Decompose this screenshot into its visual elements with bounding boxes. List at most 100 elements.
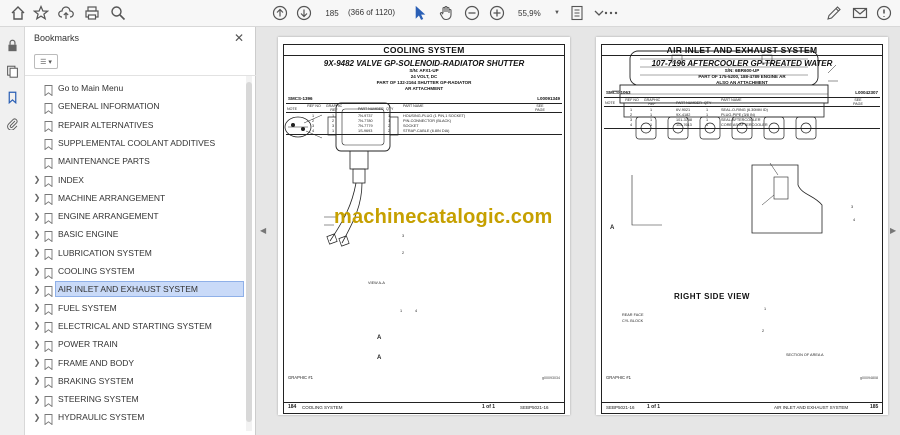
bookmark-item[interactable]: ❯ HYDRAULIC SYSTEM	[25, 408, 251, 426]
table-cell-graphic: 1	[332, 129, 335, 133]
bookmark-item[interactable]: ❯ BASIC ENGINE	[25, 225, 251, 243]
table-cell-ref: 4	[630, 123, 633, 127]
col-graphic: GRAPHIC REF	[325, 104, 343, 112]
expand-arrow-icon[interactable]: ❯	[33, 376, 41, 385]
search-icon[interactable]	[108, 3, 128, 23]
attachments-icon[interactable]	[4, 115, 21, 132]
callout-2: 2	[402, 251, 405, 255]
print-icon[interactable]	[82, 3, 102, 23]
col-see-page: SEE PAGE	[853, 98, 863, 106]
close-icon[interactable]: ✕	[234, 31, 244, 45]
bookmark-icon	[44, 357, 53, 371]
expand-arrow-icon[interactable]: ❯	[33, 413, 41, 422]
panel-title: Bookmarks	[34, 33, 80, 43]
expand-arrow-icon[interactable]: ❯	[33, 193, 41, 202]
expand-right-pane-arrow-icon[interactable]: ▶	[890, 226, 896, 235]
page-count-label: (366 of 1120)	[348, 8, 395, 17]
bookmark-item[interactable]: ❯ ELECTRICAL AND STARTING SYSTEM	[25, 317, 251, 335]
document-viewport[interactable]: ◀ ▶ COOLING SYSTEM 9X-9482 VALVE GP-SOLE…	[256, 27, 900, 435]
table-cell-ref: 2	[630, 113, 633, 117]
bookmark-item[interactable]: ❯ LUBRICATION SYSTEM	[25, 244, 251, 262]
bookmark-item[interactable]: ❯ FUEL SYSTEM	[25, 299, 251, 317]
fit-page-icon[interactable]	[567, 3, 587, 23]
smcs-code: SMCS-1396	[288, 96, 313, 101]
more-tools-icon[interactable]	[601, 3, 621, 23]
graphic-label: GRAPHIC #1	[606, 375, 631, 380]
bookmark-item[interactable]: ❯ STEERING SYSTEM	[25, 390, 251, 408]
user-account-icon[interactable]	[874, 3, 894, 23]
bookmark-item[interactable]: ❯ MACHINE ARRANGEMENT	[25, 189, 251, 207]
table-cell-part: 6V-9021	[676, 108, 691, 112]
bookmark-item[interactable]: GENERAL INFORMATION	[25, 97, 251, 115]
expand-arrow-icon[interactable]: ❯	[33, 212, 41, 221]
previous-page-icon[interactable]	[270, 3, 290, 23]
bookmark-scrollbar-thumb[interactable]	[246, 82, 252, 422]
zoom-level-select[interactable]: 55,9% ▼	[515, 5, 563, 21]
expand-arrow-icon[interactable]: ❯	[33, 285, 41, 294]
bookmark-item[interactable]: ❯ COOLING SYSTEM	[25, 262, 251, 280]
bookmark-label: POWER TRAIN	[58, 339, 118, 350]
table-cell-part: 7N-7780	[358, 119, 373, 123]
footer-page-of: 1 of 1	[482, 404, 496, 410]
lock-icon[interactable]	[4, 37, 21, 54]
expand-arrow-icon[interactable]: ❯	[33, 358, 41, 367]
bookmark-item[interactable]: ❯ POWER TRAIN	[25, 335, 251, 353]
section-title: COOLING SYSTEM	[284, 45, 564, 56]
bookmark-item[interactable]: SUPPLEMENTAL COOLANT ADDITIVES	[25, 134, 251, 152]
home-icon[interactable]	[8, 3, 28, 23]
cloud-upload-icon[interactable]	[56, 3, 76, 23]
document-number: L00091349	[537, 96, 560, 101]
table-cell-part: 114-7613	[676, 123, 692, 127]
expand-arrow-icon[interactable]: ❯	[33, 248, 41, 257]
part-title: 107-7196 AFTERCOOLER GP-TREATED WATER	[651, 59, 833, 68]
expand-arrow-icon[interactable]: ❯	[33, 395, 41, 404]
bookmark-item[interactable]: ❯ ENGINE ARRANGEMENT	[25, 207, 251, 225]
bookmark-icon	[44, 339, 53, 353]
bookmark-label: COOLING SYSTEM	[58, 266, 135, 276]
bookmark-item[interactable]: REPAIR ALTERNATIVES	[25, 116, 251, 134]
page-frame: AIR INLET AND EXHAUST SYSTEM 107-7196 AF…	[601, 44, 883, 414]
page-thumbnails-icon[interactable]	[4, 63, 21, 80]
bookmarks-panel-icon[interactable]	[4, 89, 21, 106]
col-qty: QTY	[386, 107, 394, 111]
expand-arrow-icon[interactable]: ❯	[33, 340, 41, 349]
table-cell-graphic: 1	[650, 118, 653, 122]
bookmark-item[interactable]: ❯ FRAME AND BODY	[25, 354, 251, 372]
callout-4: 4	[853, 218, 856, 222]
expand-arrow-icon[interactable]: ❯	[33, 267, 41, 276]
next-page-icon[interactable]	[294, 3, 314, 23]
bookmark-icon	[44, 192, 53, 206]
table-cell-ref: 2	[312, 119, 315, 123]
bookmark-item[interactable]: MAINTENANCE PARTS	[25, 152, 251, 170]
collapse-panel-arrow-icon[interactable]: ◀	[260, 226, 266, 235]
bookmark-star-icon[interactable]	[31, 3, 51, 23]
bookmark-item[interactable]: ❯ INDEX	[25, 171, 251, 189]
col-ref: REF NO	[625, 98, 639, 102]
expand-arrow-icon[interactable]: ❯	[33, 230, 41, 239]
expand-arrow-icon[interactable]: ❯	[33, 303, 41, 312]
bookmark-options-button[interactable]: ☰ ▾	[34, 54, 58, 69]
footer-code: SEBP5021-16	[520, 405, 549, 410]
expand-arrow-icon[interactable]: ❯	[33, 175, 41, 184]
table-cell-name: STRAP-CABLE (6.8IN DIA)	[403, 129, 450, 133]
rear-face-label: REAR FACE	[622, 313, 644, 317]
area-a-marker: A	[610, 225, 615, 231]
footer-page-number: 185	[870, 404, 879, 410]
page-number-input[interactable]: 185	[321, 5, 343, 21]
smcs-code: SMCS-1063	[606, 90, 631, 95]
bookmark-item[interactable]: ❯ BRAKING SYSTEM	[25, 372, 251, 390]
bookmark-item[interactable]: Go to Main Menu	[25, 79, 251, 97]
expand-arrow-icon[interactable]: ❯	[33, 321, 41, 330]
chevron-down-icon: ▾	[48, 58, 52, 66]
bookmark-item[interactable]: ❯ AIR INLET AND EXHAUST SYSTEM	[25, 280, 251, 298]
hand-tool-icon[interactable]	[436, 3, 456, 23]
attachment-note: ALSO AN ATTACHMENT	[716, 80, 768, 85]
zoom-out-icon[interactable]	[462, 3, 482, 23]
mail-icon[interactable]	[850, 3, 870, 23]
table-cell-ref: 1	[630, 108, 633, 112]
edit-sign-icon[interactable]	[824, 3, 844, 23]
select-cursor-icon[interactable]	[410, 3, 430, 23]
zoom-in-icon[interactable]	[487, 3, 507, 23]
bookmarks-panel: Bookmarks ✕ ☰ ▾ Go to Main Menu GENERAL I…	[25, 27, 256, 435]
page-right: AIR INLET AND EXHAUST SYSTEM 107-7196 AF…	[596, 37, 888, 415]
